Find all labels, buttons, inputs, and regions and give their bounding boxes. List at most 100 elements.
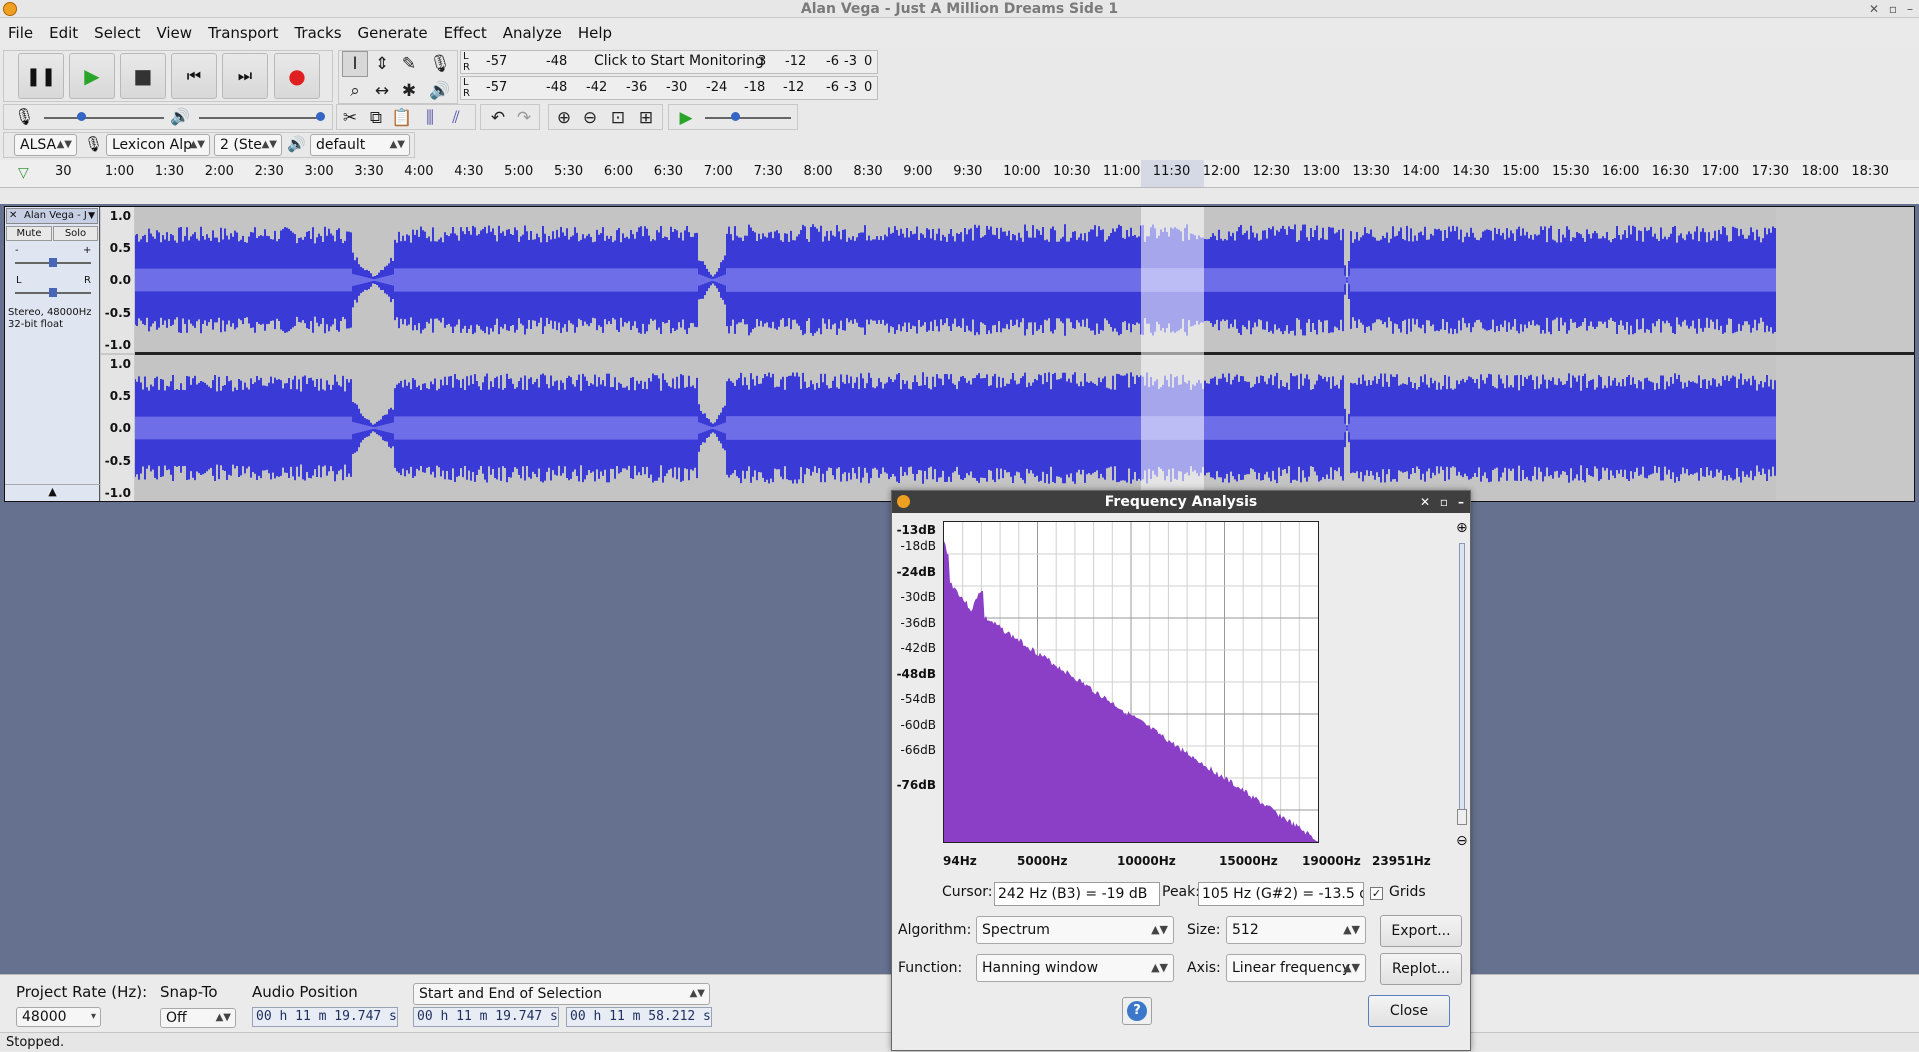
multi-tool-icon[interactable]: ✱ xyxy=(396,78,422,104)
gain-slider-thumb[interactable] xyxy=(49,258,57,267)
record-volume-slider[interactable] xyxy=(44,117,164,119)
collapse-track-icon[interactable]: ▲ xyxy=(5,484,100,501)
play-speed-thumb[interactable] xyxy=(731,112,740,121)
pause-button[interactable]: ❚❚ xyxy=(18,53,64,99)
dialog-close-icon[interactable]: ✕ xyxy=(1420,491,1430,513)
zoom-out-icon[interactable]: ⊖ xyxy=(1456,833,1468,849)
play-button[interactable]: ▶ xyxy=(69,53,115,99)
trim-icon[interactable]: ⫼ xyxy=(417,105,443,131)
peak-label: Peak: xyxy=(1162,884,1200,900)
undo-icon[interactable]: ↶ xyxy=(485,105,511,131)
selection-end-field[interactable]: 00 h 11 m 58.212 s xyxy=(566,1007,712,1027)
snap-to-select[interactable]: Off ▲▼ xyxy=(160,1008,236,1028)
solo-button[interactable]: Solo xyxy=(53,226,98,241)
silence-icon[interactable]: ⫽ xyxy=(443,105,469,131)
waveform-channel-left[interactable] xyxy=(135,208,1776,352)
channels-select[interactable]: 2 (Ste ▲▼ xyxy=(214,134,282,156)
menu-help[interactable]: Help xyxy=(570,19,620,48)
menu-effect[interactable]: Effect xyxy=(436,19,495,48)
audio-host-select[interactable]: ALSA ▲▼ xyxy=(14,134,77,156)
skip-end-button[interactable]: ⏭ xyxy=(222,53,268,99)
zoom-in-icon[interactable]: ⊕ xyxy=(551,105,577,131)
ruler-tick-label: 7:00 xyxy=(703,164,733,179)
audio-position-field[interactable]: 00 h 11 m 19.747 s xyxy=(252,1007,398,1027)
dialog-maximize-icon[interactable]: ▫ xyxy=(1440,491,1448,513)
play-speed-slider[interactable] xyxy=(705,117,791,119)
dialog-minimize-icon[interactable]: – xyxy=(1458,491,1464,513)
peak-value-field[interactable]: 105 Hz (G#2) = -13.5 d xyxy=(1198,882,1364,906)
play-head-icon[interactable]: ▽ xyxy=(18,165,29,181)
envelope-tool-icon[interactable]: ⇕ xyxy=(369,51,395,77)
menu-tracks[interactable]: Tracks xyxy=(286,19,349,48)
zoom-out-icon[interactable]: ⊖ xyxy=(577,105,603,131)
zoom-in-icon[interactable]: ⊕ xyxy=(1456,520,1468,536)
meter-tick: -3 xyxy=(844,80,857,95)
stop-button[interactable]: ■ xyxy=(120,53,166,99)
menu-view[interactable]: View xyxy=(148,19,200,48)
vertical-zoom-thumb[interactable] xyxy=(1457,809,1467,825)
close-button[interactable]: Close xyxy=(1368,995,1450,1027)
size-select[interactable]: 512 ▲▼ xyxy=(1226,916,1366,944)
selection-mode-value: Start and End of Selection xyxy=(419,986,602,1002)
menu-generate[interactable]: Generate xyxy=(350,19,436,48)
ruler-tick-label: 14:00 xyxy=(1402,164,1440,179)
project-rate-select[interactable]: 48000 ▾ xyxy=(16,1007,101,1027)
fit-project-icon[interactable]: ⊞ xyxy=(633,105,659,131)
waveform-channel-right[interactable] xyxy=(135,356,1776,500)
replot-button[interactable]: Replot... xyxy=(1380,953,1462,985)
output-device-select[interactable]: default ▲▼ xyxy=(310,134,410,156)
redo-icon[interactable]: ↷ xyxy=(511,105,537,131)
play-at-speed-icon[interactable]: ▶ xyxy=(673,105,699,131)
zoom-tool-icon[interactable]: ⌕ xyxy=(342,78,368,104)
vertical-zoom-slider[interactable] xyxy=(1459,543,1465,823)
draw-tool-icon[interactable]: ✎ xyxy=(396,51,422,77)
fit-selection-icon[interactable]: ⊡ xyxy=(605,105,631,131)
selection-mode-select[interactable]: Start and End of Selection ▲▼ xyxy=(413,983,710,1005)
pan-slider-thumb[interactable] xyxy=(49,288,57,297)
play-volume-thumb[interactable] xyxy=(316,112,325,121)
dialog-titlebar[interactable]: Frequency Analysis ✕ ▫ – xyxy=(892,491,1470,513)
meter-tick: -18 xyxy=(744,80,766,95)
paste-icon[interactable]: 📋 xyxy=(389,105,415,131)
window-close-icon[interactable]: ✕ xyxy=(1869,0,1879,18)
cursor-value-field[interactable]: 242 Hz (B3) = -19 dB xyxy=(994,882,1160,906)
meter-tick: -48 xyxy=(546,80,568,95)
record-button[interactable]: ● xyxy=(274,53,320,99)
track-name-menu[interactable]: ✕ Alan Vega - J ▼ xyxy=(6,208,98,224)
skip-start-button[interactable]: ⏮ xyxy=(171,53,217,99)
grids-checkbox[interactable]: ✓ xyxy=(1370,887,1383,900)
amplitude-scale-label: 0.5 xyxy=(109,389,131,403)
db-axis-label: -13dB xyxy=(896,523,936,537)
amplitude-scale-label: 1.0 xyxy=(109,357,131,371)
function-select[interactable]: Hanning window ▲▼ xyxy=(976,954,1174,982)
timeline-ruler[interactable]: ▽ 30 1:00 1:30 2:00 2:30 3:00 3:30 4:00 4:30 5:00… xyxy=(0,160,1919,188)
tools-toolbar: I ⇕ ✎ ⌕ ↔ ✱ 🎙 🔊 xyxy=(338,50,458,104)
record-volume-thumb[interactable] xyxy=(77,112,86,121)
input-device-select[interactable]: Lexicon Alp ▲▼ xyxy=(106,134,210,156)
menu-bar: File Edit Select View Transport Tracks Generat… xyxy=(0,19,1919,48)
window-maximize-icon[interactable]: ▫ xyxy=(1889,0,1897,18)
menu-transport[interactable]: Transport xyxy=(200,19,286,48)
axis-select[interactable]: Linear frequency ▲▼ xyxy=(1226,954,1366,982)
algorithm-select[interactable]: Spectrum ▲▼ xyxy=(976,916,1174,944)
menu-analyze[interactable]: Analyze xyxy=(495,19,570,48)
record-meter[interactable]: L R -57 -48 Click to Start Monitoring 3 … xyxy=(460,50,878,74)
window-minimize-icon[interactable]: – xyxy=(1907,0,1913,18)
timeshift-tool-icon[interactable]: ↔ xyxy=(369,78,395,104)
menu-select[interactable]: Select xyxy=(86,19,148,48)
monitoring-hint[interactable]: Click to Start Monitoring xyxy=(594,53,764,69)
help-button[interactable]: ? xyxy=(1122,997,1152,1025)
spectrum-plot[interactable] xyxy=(943,521,1319,843)
playback-meter[interactable]: L R -57 -48 -42 -36 -30 -24 -18 -12 -6 -… xyxy=(460,76,878,100)
db-axis-label: -42dB xyxy=(900,641,936,655)
menu-edit[interactable]: Edit xyxy=(41,19,86,48)
cut-icon[interactable]: ✂ xyxy=(337,105,363,131)
track-close-icon[interactable]: ✕ xyxy=(9,209,17,223)
mute-button[interactable]: Mute xyxy=(6,226,52,241)
selection-start-field[interactable]: 00 h 11 m 19.747 s xyxy=(413,1007,559,1027)
copy-icon[interactable]: ⧉ xyxy=(363,105,389,131)
export-button[interactable]: Export... xyxy=(1380,915,1462,947)
play-volume-slider[interactable] xyxy=(199,117,324,119)
menu-file[interactable]: File xyxy=(0,19,41,48)
selection-tool-icon[interactable]: I xyxy=(342,51,368,77)
